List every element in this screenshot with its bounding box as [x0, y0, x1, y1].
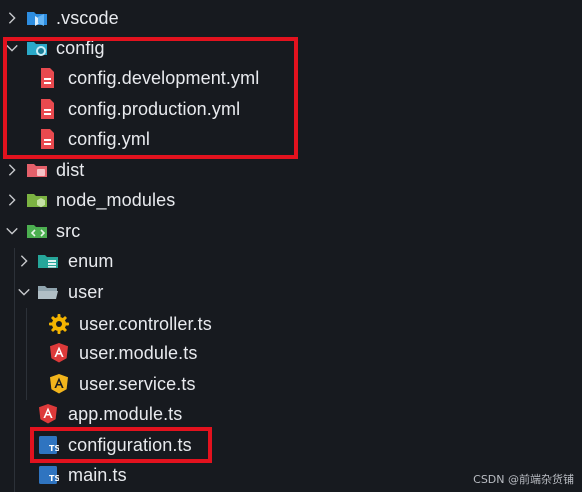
svg-text:TS: TS [49, 474, 59, 483]
yaml-file-icon [36, 128, 58, 150]
tree-item-label: dist [56, 160, 85, 180]
tree-item-config-production[interactable]: config.production.yml [0, 94, 582, 124]
chevron-down-icon [4, 223, 20, 239]
tree-item-label: config.yml [68, 129, 151, 149]
watermark: CSDN @前端杂货铺 [473, 473, 574, 486]
tree-item-label: node_modules [56, 190, 176, 210]
tree-item-user-module[interactable]: user.module.ts [0, 338, 582, 368]
typescript-file-icon: TS [37, 464, 59, 486]
svg-text:TS: TS [49, 444, 59, 453]
tree-item-label: user.controller.ts [79, 314, 212, 334]
folder-open-icon [37, 281, 59, 303]
tree-item-label: main.ts [68, 465, 127, 485]
src-folder-icon [26, 220, 48, 242]
enum-folder-icon [37, 250, 59, 272]
tree-item-enum[interactable]: enum [0, 246, 582, 276]
tree-item-config-development[interactable]: config.development.yml [0, 63, 582, 93]
tree-item-label: user.service.ts [79, 374, 196, 394]
tree-item-vscode[interactable]: .vscode [0, 3, 582, 33]
gear-icon [48, 313, 70, 335]
yaml-file-icon [36, 67, 58, 89]
tree-item-user[interactable]: user [0, 277, 582, 307]
tree-item-label: enum [68, 251, 114, 271]
tree-item-label: app.module.ts [68, 404, 183, 424]
dist-folder-icon [26, 159, 48, 181]
typescript-file-icon: TS [37, 434, 59, 456]
angular-icon [37, 403, 59, 425]
tree-item-config[interactable]: config [0, 33, 582, 63]
node-modules-folder-icon [26, 189, 48, 211]
tree-item-label: src [56, 221, 81, 241]
vscode-folder-icon [26, 7, 48, 29]
tree-item-configuration[interactable]: TS configuration.ts [0, 430, 582, 460]
tree-item-dist[interactable]: dist [0, 155, 582, 185]
chevron-right-icon [4, 192, 20, 208]
tree-item-label: configuration.ts [68, 435, 192, 455]
chevron-right-icon [4, 162, 20, 178]
chevron-down-icon [16, 284, 32, 300]
tree-item-user-service[interactable]: user.service.ts [0, 369, 582, 399]
angular-icon [48, 342, 70, 364]
angular-icon [48, 373, 70, 395]
tree-item-user-controller[interactable]: user.controller.ts [0, 309, 582, 339]
tree-item-label: user.module.ts [79, 343, 198, 363]
yaml-file-icon [36, 98, 58, 120]
tree-item-label: .vscode [56, 8, 119, 28]
tree-item-src[interactable]: src [0, 216, 582, 246]
chevron-right-icon [4, 10, 20, 26]
tree-item-label: user [68, 282, 104, 302]
tree-item-app-module[interactable]: app.module.ts [0, 399, 582, 429]
tree-item-config-yml[interactable]: config.yml [0, 124, 582, 154]
tree-item-label: config [56, 38, 105, 58]
tree-item-label: config.production.yml [68, 99, 241, 119]
chevron-down-icon [4, 40, 20, 56]
chevron-right-icon [16, 253, 32, 269]
tree-item-node-modules[interactable]: node_modules [0, 185, 582, 215]
config-folder-icon [26, 37, 48, 59]
tree-item-label: config.development.yml [68, 68, 260, 88]
